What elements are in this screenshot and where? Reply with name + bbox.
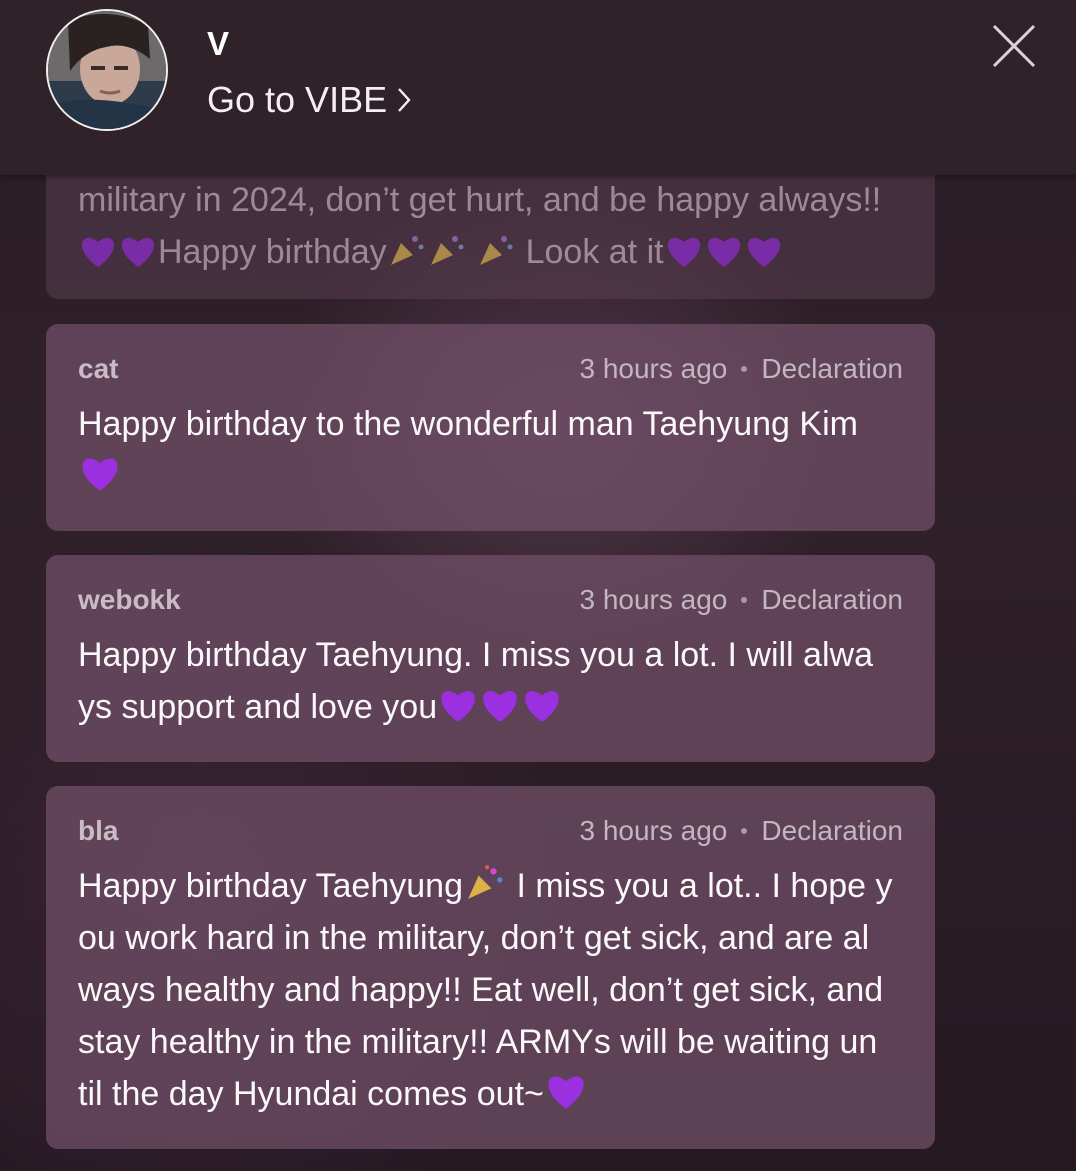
comment-fragment: I miss you a lot.. I hope y — [516, 867, 893, 905]
report-button[interactable]: Declaration — [761, 584, 903, 616]
separator-dot — [741, 828, 748, 834]
comment-line — [78, 450, 903, 502]
purple-heart-icon — [82, 237, 114, 267]
comment-line: ys support and love you — [78, 681, 903, 733]
comment-fragment: til the day Hyundai comes out~ — [78, 1075, 544, 1113]
comment-text: Happy birthday Taehyung I miss you a lot… — [78, 860, 903, 1120]
avatar[interactable] — [46, 9, 168, 131]
separator-dot — [741, 597, 748, 603]
close-icon[interactable] — [990, 22, 1038, 70]
comment-author[interactable]: cat — [78, 353, 118, 385]
comment-line: ou work hard in the military, don’t get … — [78, 919, 870, 957]
comment-text: Happy birthday to the wonderful man Taeh… — [78, 398, 903, 502]
party-popper-icon — [480, 236, 513, 265]
comment-card: bla 3 hours ago Declaration Happy birthd… — [46, 786, 935, 1149]
report-button[interactable]: Declaration — [761, 353, 903, 385]
comment-fragment: Look at it — [525, 233, 664, 271]
comment-line: Happy birthday Taehyung I miss you a lot… — [78, 860, 903, 912]
comment-meta: 3 hours ago Declaration — [579, 584, 903, 616]
go-to-vibe-label: Go to VIBE — [207, 79, 388, 120]
purple-heart-icon — [747, 237, 780, 267]
comment-fragment: Happy birthday Taehyung — [78, 867, 463, 905]
comment-header: cat 3 hours ago Declaration — [78, 353, 903, 385]
purple-heart-icon — [82, 458, 118, 491]
comment-line: Happy birthday Taehyung. I miss you a lo… — [78, 636, 873, 674]
purple-heart-icon — [525, 691, 559, 722]
comment-card: cat 3 hours ago Declaration Happy birthd… — [46, 324, 935, 531]
comment-card: webokk 3 hours ago Declaration Happy bir… — [46, 555, 935, 762]
comment-line: stay healthy in the military!! ARMYs wil… — [78, 1023, 878, 1061]
comment-fragment: Happy birthday — [158, 233, 387, 271]
comment-line: military in 2024, don’t get hurt, and be… — [78, 181, 882, 219]
purple-heart-icon — [548, 1076, 584, 1109]
comment-author[interactable]: bla — [78, 815, 118, 847]
comment-line: Happy birthday to the wonderful man Taeh… — [78, 405, 858, 443]
purple-heart-icon — [441, 691, 475, 722]
chevron-right-icon — [398, 88, 411, 112]
purple-heart-icon — [667, 237, 700, 267]
separator-dot — [741, 366, 748, 372]
page-title: V — [207, 25, 230, 62]
party-popper-icon — [430, 236, 464, 265]
comment-text: Happy birthday Taehyung. I miss you a lo… — [78, 629, 903, 733]
comment-header: bla 3 hours ago Declaration — [78, 815, 903, 847]
comment-time: 3 hours ago — [579, 815, 728, 846]
comment-fragment: ys support and love you — [78, 688, 438, 726]
go-to-vibe-link[interactable]: Go to VIBE — [207, 79, 411, 121]
purple-heart-icon — [122, 237, 154, 267]
comment-meta: 3 hours ago Declaration — [579, 353, 903, 385]
comment-time: 3 hours ago — [579, 584, 728, 615]
comment-line: til the day Hyundai comes out~ — [78, 1068, 903, 1120]
comment-line: ways healthy and happy!! Eat well, don’t… — [78, 971, 884, 1009]
comment-time: 3 hours ago — [579, 353, 728, 384]
comment-header: webokk 3 hours ago Declaration — [78, 584, 903, 616]
purple-heart-icon — [483, 691, 517, 722]
report-button[interactable]: Declaration — [761, 815, 903, 847]
comment-author[interactable]: webokk — [78, 584, 181, 616]
avatar-photo — [48, 11, 166, 129]
profile-header: V Go to VIBE — [0, 0, 1076, 175]
party-popper-icon — [390, 236, 424, 265]
comment-meta: 3 hours ago Declaration — [579, 815, 903, 847]
comment-line: Happy birthday Look at it — [78, 226, 903, 278]
purple-heart-icon — [707, 237, 740, 267]
party-popper-icon — [468, 865, 503, 899]
